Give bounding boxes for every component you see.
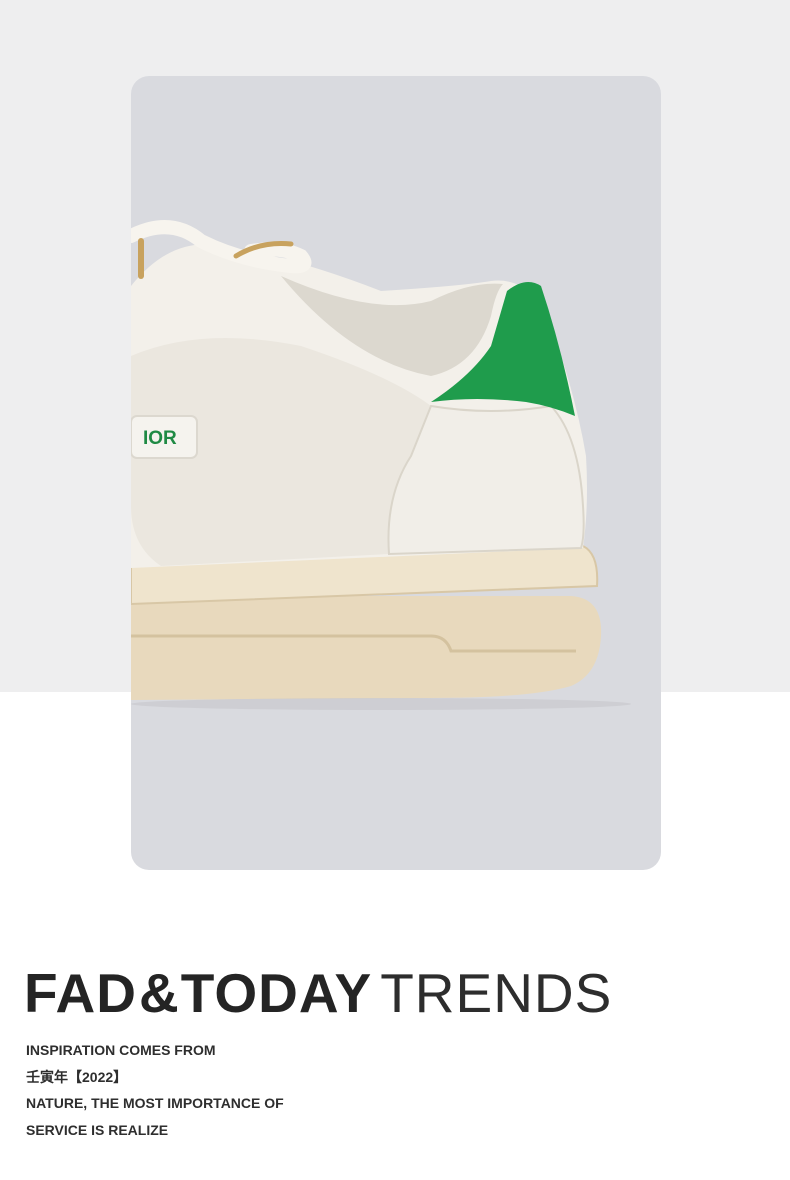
copy-line-2: 壬寅年【2022】 [26,1068,128,1085]
tagline-copy: INSPIRATION COMES FROM 壬寅年【2022】 NATURE,… [26,1037,426,1143]
copy-line-1: INSPIRATION COMES FROM [26,1042,216,1058]
headline-today: TODAY [180,962,373,1024]
sole-outsole [131,596,602,700]
product-photo: IOR [131,76,661,870]
sneaker-illustration: IOR [131,220,631,710]
brand-label-text: IOR [143,428,177,449]
copy-line-3: NATURE, THE MOST IMPORTANCE OF [26,1095,284,1111]
headline-fad: FAD [24,962,137,1024]
headline: FAD&TODAY TRENDS [24,962,764,1024]
headline-trends: TRENDS [380,962,613,1024]
copy-line-4: SERVICE IS REALIZE [26,1121,169,1138]
headline-ampersand: & [139,962,179,1024]
